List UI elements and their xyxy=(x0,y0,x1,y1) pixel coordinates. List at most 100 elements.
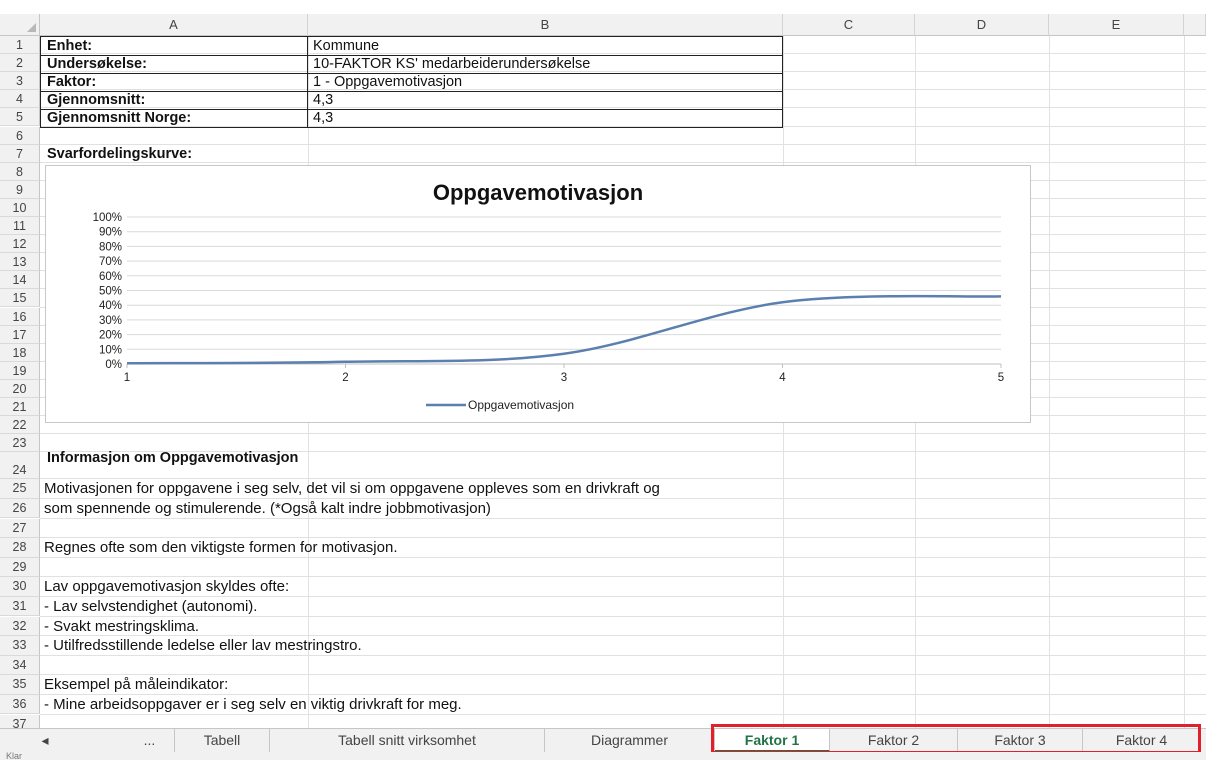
row-header[interactable]: 4 xyxy=(0,90,40,109)
info-text-line[interactable]: - Mine arbeidsoppgaver er i seg selv en … xyxy=(41,696,462,713)
label-faktor[interactable]: Faktor: xyxy=(44,74,96,90)
tab-faktor-1[interactable]: Faktor 1 xyxy=(715,729,830,752)
grid-line xyxy=(40,615,1206,617)
row-header[interactable]: 8 xyxy=(0,162,40,181)
row-header[interactable]: 25 xyxy=(0,479,40,499)
scroll-left-icon[interactable]: ◂ xyxy=(30,729,60,752)
row-header[interactable]: 1 xyxy=(0,36,40,55)
y-tick-label: 40% xyxy=(99,300,122,312)
info-text-line[interactable]: Motivasjonen for oppgavene i seg selv, d… xyxy=(41,480,660,497)
row-header[interactable]: 5 xyxy=(0,108,40,127)
row-header[interactable]: 11 xyxy=(0,217,40,236)
row-header[interactable]: 13 xyxy=(0,253,40,272)
y-tick-label: 30% xyxy=(99,315,122,327)
info-text-line[interactable]: Regnes ofte som den viktigste formen for… xyxy=(41,539,398,556)
row-header[interactable]: 34 xyxy=(0,655,40,676)
y-tick-label: 90% xyxy=(99,227,122,239)
tab-diagrammer[interactable]: Diagrammer xyxy=(545,729,715,752)
x-tick-label: 5 xyxy=(998,372,1004,384)
grid-line xyxy=(1049,36,1050,728)
curve-label[interactable]: Svarfordelingskurve: xyxy=(44,146,192,162)
row-header[interactable]: 7 xyxy=(0,144,40,163)
label-gjennomsnitt-norge[interactable]: Gjennomsnitt Norge: xyxy=(44,110,191,126)
select-all-corner[interactable] xyxy=(0,14,40,36)
x-tick-label: 4 xyxy=(779,372,786,384)
grid-line xyxy=(1184,36,1185,728)
row-header[interactable]: 30 xyxy=(0,577,40,597)
column-header-a[interactable]: A xyxy=(40,14,308,36)
grid-line xyxy=(40,713,1206,715)
column-header-f[interactable] xyxy=(1184,14,1206,36)
row-header[interactable]: 15 xyxy=(0,289,40,308)
row-header[interactable]: 17 xyxy=(0,325,40,344)
value-undersokelse[interactable]: 10-FAKTOR KS' medarbeiderundersøkelse xyxy=(310,56,590,72)
tab-faktor-3[interactable]: Faktor 3 xyxy=(958,729,1083,752)
tab-faktor-2[interactable]: Faktor 2 xyxy=(830,729,958,752)
label-gjennomsnitt[interactable]: Gjennomsnitt: xyxy=(44,92,145,108)
column-header-d[interactable]: D xyxy=(915,14,1049,36)
label-enhet[interactable]: Enhet: xyxy=(44,38,92,54)
row-header[interactable]: 6 xyxy=(0,126,40,145)
row-header[interactable]: 32 xyxy=(0,616,40,637)
info-text-line[interactable]: - Lav selvstendighet (autonomi). xyxy=(41,598,257,615)
tab-tabell-snitt-virksomhet[interactable]: Tabell snitt virksomhet xyxy=(270,729,545,752)
grid-line xyxy=(40,497,1206,499)
line-chart: Oppgavemotivasjon 0% 10% 20% 30% 40% 50% 60% 70%… xyxy=(93,180,1005,412)
grid-line xyxy=(40,537,1206,539)
row-header[interactable]: 28 xyxy=(0,538,40,558)
row-header[interactable]: 3 xyxy=(0,72,40,91)
tab-ellipsis[interactable]: ... xyxy=(125,729,175,752)
row-header[interactable]: 29 xyxy=(0,557,40,578)
row-header[interactable]: 16 xyxy=(0,307,40,326)
grid-line xyxy=(40,635,1206,637)
row-header[interactable]: 14 xyxy=(0,271,40,290)
row-header[interactable]: 35 xyxy=(0,675,40,695)
info-text-line[interactable]: som spennende og stimulerende. (*Også ka… xyxy=(41,500,491,517)
y-tick-label: 60% xyxy=(99,271,122,283)
row-header[interactable]: 31 xyxy=(0,596,40,617)
spreadsheet: A B C D E 1 2 3 4 5 6 7 8 9 10 11 12 13 14 15 16 17 18 19 2… xyxy=(0,0,1206,760)
y-tick-label: 50% xyxy=(99,286,122,298)
chart-title: Oppgavemotivasjon xyxy=(433,180,643,205)
tab-tabell[interactable]: Tabell xyxy=(175,729,270,752)
row-header[interactable]: 36 xyxy=(0,694,40,715)
info-text-line[interactable]: Eksempel på måleindikator: xyxy=(41,676,228,693)
row-header[interactable]: 23 xyxy=(0,434,40,453)
row-header[interactable]: 12 xyxy=(0,235,40,254)
value-faktor[interactable]: 1 - Oppgavemotivasjon xyxy=(310,74,462,90)
legend-label: Oppgavemotivasjon xyxy=(468,398,574,412)
info-heading[interactable]: Informasjon om Oppgavemotivasjon xyxy=(44,450,298,466)
label-undersokelse[interactable]: Undersøkelse: xyxy=(44,56,147,72)
value-gjennomsnitt-norge[interactable]: 4,3 xyxy=(310,110,333,126)
grid-line xyxy=(40,433,1206,435)
row-header[interactable]: 9 xyxy=(0,180,40,199)
column-header-c[interactable]: C xyxy=(783,14,915,36)
info-text-line[interactable]: - Svakt mestringsklima. xyxy=(41,618,199,635)
y-tick-label: 80% xyxy=(99,241,122,253)
series-line-oppgavemotivasjon xyxy=(126,294,1002,365)
row-header[interactable]: 27 xyxy=(0,518,40,539)
row-header[interactable]: 19 xyxy=(0,361,40,380)
value-gjennomsnitt[interactable]: 4,3 xyxy=(310,92,333,108)
chart-object[interactable]: Oppgavemotivasjon 0% 10% 20% 30% 40% 50% 60% 70%… xyxy=(45,165,1031,423)
row-header[interactable]: 24 xyxy=(0,452,40,480)
value-enhet[interactable]: Kommune xyxy=(310,38,379,54)
row-header[interactable]: 26 xyxy=(0,498,40,519)
grid-line xyxy=(40,143,1206,145)
info-text-line[interactable]: Lav oppgavemotivasjon skyldes ofte: xyxy=(41,578,289,595)
row-header[interactable]: 22 xyxy=(0,416,40,435)
grid-line xyxy=(40,674,1206,676)
info-text-line[interactable]: - Utilfredsstillende ledelse eller lav m… xyxy=(41,637,362,654)
y-tick-label: 0% xyxy=(105,359,122,371)
row-header[interactable]: 10 xyxy=(0,198,40,217)
row-header[interactable]: 20 xyxy=(0,379,40,398)
tab-faktor-4[interactable]: Faktor 4 xyxy=(1083,729,1201,752)
y-tick-label: 20% xyxy=(99,330,122,342)
grid-line xyxy=(40,161,1206,163)
column-header-b[interactable]: B xyxy=(308,14,783,36)
row-header[interactable]: 2 xyxy=(0,54,40,73)
column-header-e[interactable]: E xyxy=(1049,14,1184,36)
row-header[interactable]: 18 xyxy=(0,343,40,362)
row-header[interactable]: 33 xyxy=(0,636,40,656)
row-header[interactable]: 21 xyxy=(0,398,40,417)
